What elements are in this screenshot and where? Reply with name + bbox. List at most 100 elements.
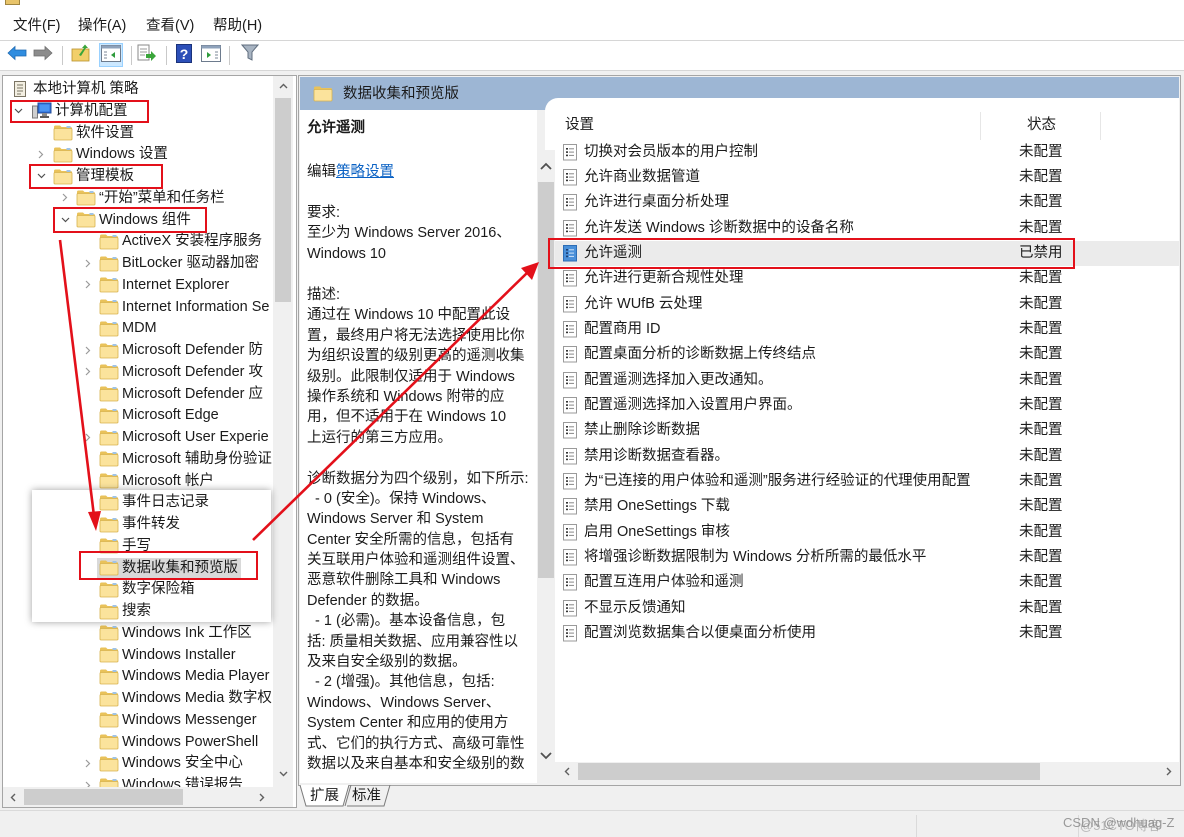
chevron-right-icon[interactable] — [36, 143, 46, 165]
tree-item[interactable]: Microsoft 帐户 — [3, 470, 272, 492]
tree-node[interactable]: Microsoft Defender 攻 — [97, 362, 266, 382]
setting-row[interactable]: 启用 OneSettings 审核 未配置 — [548, 520, 1179, 545]
tree-node[interactable]: “开始”菜单和任务栏 — [74, 188, 228, 208]
setting-row[interactable]: 禁用 OneSettings 下载 未配置 — [548, 494, 1179, 519]
tree-item[interactable]: 事件日志记录 — [3, 491, 272, 513]
edit-policy-settings-link[interactable]: 策略设置 — [336, 164, 394, 180]
tree-node[interactable]: Internet Information Se — [97, 297, 272, 317]
tree-node[interactable]: Windows PowerShell — [97, 732, 261, 752]
tree-item[interactable]: Windows 安全中心 — [3, 752, 272, 774]
tree-item[interactable]: “开始”菜单和任务栏 — [3, 187, 272, 209]
tree-item[interactable]: BitLocker 驱动器加密 — [3, 252, 272, 274]
tree-item[interactable]: Microsoft User Experie — [3, 426, 272, 448]
up-one-level-button[interactable] — [69, 43, 93, 67]
tree-item[interactable]: 数字保险箱 — [3, 578, 272, 600]
tree-horizontal-scrollbar[interactable] — [3, 787, 293, 807]
scroll-up-icon[interactable] — [273, 78, 293, 94]
column-divider[interactable] — [1100, 112, 1101, 140]
chevron-right-icon[interactable] — [83, 752, 93, 774]
column-header-state[interactable]: 状态 — [1027, 115, 1056, 135]
export-list-button[interactable] — [135, 43, 159, 67]
tree-node[interactable]: 事件转发 — [97, 514, 183, 534]
chevron-right-icon[interactable] — [83, 361, 93, 383]
tab-extended[interactable]: 扩展 — [310, 787, 339, 805]
scroll-down-icon[interactable] — [537, 748, 555, 764]
tree-scroll-thumb[interactable] — [275, 98, 291, 302]
tree-item[interactable]: 搜索 — [3, 600, 272, 622]
setting-row[interactable]: 允许 WUfB 云处理 未配置 — [548, 292, 1179, 317]
scroll-down-icon[interactable] — [273, 766, 293, 782]
setting-row[interactable]: 配置遥测选择加入更改通知。 未配置 — [548, 368, 1179, 393]
tree-item[interactable]: Windows 设置 — [3, 143, 272, 165]
menu-file[interactable]: 文件(F) — [13, 16, 61, 36]
chevron-right-icon[interactable] — [83, 252, 93, 274]
setting-row[interactable]: 为“已连接的用户体验和遥测”服务进行经验证的代理使用配置 未配置 — [548, 469, 1179, 494]
tree-item[interactable]: ActiveX 安装程序服务 — [3, 230, 272, 252]
setting-row[interactable]: 配置互连用户体验和遥测 未配置 — [548, 570, 1179, 595]
tree-node[interactable]: 软件设置 — [51, 123, 137, 143]
setting-row[interactable]: 禁用诊断数据查看器。 未配置 — [548, 444, 1179, 469]
show-hide-action-pane-button[interactable] — [199, 43, 223, 67]
filter-button[interactable] — [238, 43, 262, 67]
setting-row[interactable]: 切换对会员版本的用户控制 未配置 — [548, 140, 1179, 165]
tree-item[interactable]: Microsoft Defender 应 — [3, 383, 272, 405]
chevron-right-icon[interactable] — [83, 274, 93, 296]
setting-row[interactable]: 将增强诊断数据限制为 Windows 分析所需的最低水平 未配置 — [548, 545, 1179, 570]
tree-item[interactable]: Windows Installer — [3, 644, 272, 666]
settings-hscroll-thumb[interactable] — [578, 763, 1040, 780]
tree-node[interactable]: Windows Media Player — [97, 666, 272, 686]
tree-node[interactable]: Microsoft Defender 应 — [97, 384, 266, 404]
scroll-right-icon[interactable] — [1162, 762, 1176, 781]
tab-standard[interactable]: 标准 — [352, 787, 381, 805]
tree-node[interactable]: Microsoft User Experie — [97, 427, 272, 447]
setting-row[interactable]: 配置商用 ID 未配置 — [548, 317, 1179, 342]
tree-node[interactable]: ActiveX 安装程序服务 — [97, 231, 265, 251]
scroll-left-icon[interactable] — [6, 787, 20, 807]
menu-help[interactable]: 帮助(H) — [213, 16, 262, 36]
tree-item[interactable]: Windows Media Player — [3, 665, 272, 687]
tree-hscroll-thumb[interactable] — [24, 789, 183, 805]
tree-item[interactable]: Internet Information Se — [3, 296, 272, 318]
tree-node[interactable]: Windows Installer — [97, 645, 239, 665]
tree-item[interactable]: Microsoft Defender 防 — [3, 339, 272, 361]
chevron-right-icon[interactable] — [60, 187, 70, 209]
setting-row[interactable]: 配置遥测选择加入设置用户界面。 未配置 — [548, 393, 1179, 418]
chevron-right-icon[interactable] — [83, 426, 93, 448]
tree-item[interactable]: 软件设置 — [3, 122, 272, 144]
chevron-right-icon[interactable] — [83, 339, 93, 361]
tree-item[interactable]: Windows Media 数字权 — [3, 687, 272, 709]
tree-vertical-scrollbar[interactable] — [273, 76, 293, 787]
tree-node[interactable]: Microsoft Defender 防 — [97, 340, 266, 360]
show-hide-console-tree-button[interactable] — [99, 43, 123, 67]
menu-action[interactable]: 操作(A) — [78, 16, 126, 36]
forward-button[interactable] — [31, 43, 55, 67]
tree-node[interactable]: Windows Messenger — [97, 710, 260, 730]
setting-row[interactable]: 允许发送 Windows 诊断数据中的设备名称 未配置 — [548, 216, 1179, 241]
tree-node[interactable]: Microsoft 帐户 — [97, 471, 217, 491]
tree-item[interactable]: Microsoft Edge — [3, 404, 272, 426]
tree-item[interactable]: 事件转发 — [3, 513, 272, 535]
tree-node[interactable]: 搜索 — [97, 601, 154, 621]
setting-row[interactable]: 配置桌面分析的诊断数据上传终结点 未配置 — [548, 342, 1179, 367]
tree-node[interactable]: Windows Media 数字权 — [97, 688, 272, 708]
tree-node[interactable]: Windows 安全中心 — [97, 753, 246, 773]
scroll-right-icon[interactable] — [255, 787, 269, 807]
tree-node[interactable]: Internet Explorer — [97, 275, 232, 295]
tree-item[interactable]: MDM — [3, 317, 272, 339]
tree-node[interactable]: Microsoft 辅助身份验证 — [97, 449, 272, 469]
chevron-right-icon[interactable] — [83, 774, 93, 787]
column-header-setting[interactable]: 设置 — [565, 115, 594, 135]
setting-row[interactable]: 允许进行更新合规性处理 未配置 — [548, 266, 1179, 291]
tree-node[interactable]: 数字保险箱 — [97, 579, 198, 599]
setting-row[interactable]: 配置浏览数据集合以便桌面分析使用 未配置 — [548, 621, 1179, 646]
setting-row[interactable]: 允许商业数据管道 未配置 — [548, 165, 1179, 190]
tree-item[interactable]: Windows 错误报告 — [3, 774, 272, 787]
tree-node[interactable]: 事件日志记录 — [97, 492, 212, 512]
tree-item[interactable]: Windows Messenger — [3, 709, 272, 731]
tree-node[interactable]: MDM — [97, 318, 160, 338]
back-button[interactable] — [5, 43, 29, 67]
help-button[interactable]: ? — [172, 43, 196, 67]
tree-item[interactable]: Windows PowerShell — [3, 731, 272, 753]
tree-node[interactable]: Windows 设置 — [51, 144, 171, 164]
tree-item[interactable]: Windows Ink 工作区 — [3, 622, 272, 644]
